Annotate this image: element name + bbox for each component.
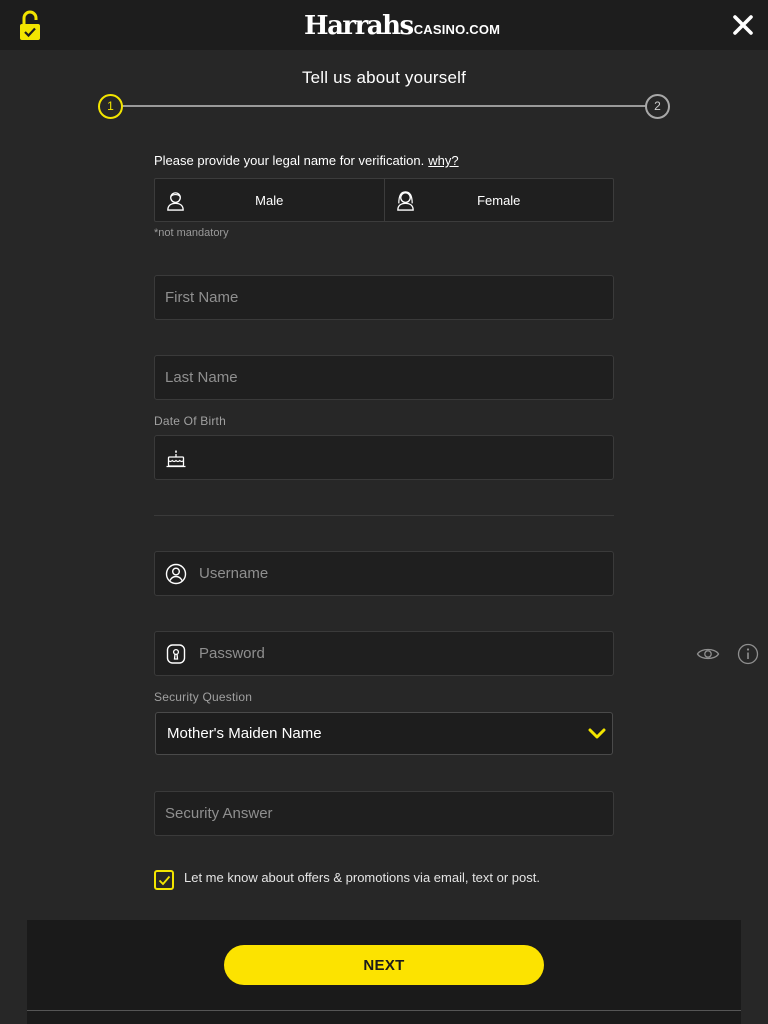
dob-field [154,435,614,480]
gender-female-option[interactable]: Female [383,179,614,221]
password-input[interactable] [155,632,613,675]
why-link[interactable]: why? [428,153,458,168]
step-indicator-2: 2 [645,94,670,119]
birthday-cake-icon [166,450,186,468]
last-name-field [154,355,614,400]
gender-male-label: Male [255,192,284,208]
footer-bottom [27,1011,741,1024]
logo-wordmark: Harrahs [304,11,414,41]
step-title: Tell us about yourself [301,68,467,87]
security-question-label: Security Question [154,690,253,704]
harrahs-logo: Harrahs CASINO.COM [304,10,500,40]
logo-suffix: CASINO.COM [413,22,501,37]
user-circle-icon [165,563,187,585]
first-name-field [154,275,614,320]
security-question-select[interactable]: Mother's Maiden Name [155,712,613,755]
top-bar: Harrahs CASINO.COM [0,0,768,50]
keyhole-shield-icon [166,644,186,664]
first-name-input[interactable] [155,276,613,319]
close-icon[interactable] [731,13,755,37]
next-button[interactable]: NEXT [224,945,544,985]
marketing-consent-checkbox[interactable] [154,870,174,890]
gender-female-label: Female [477,192,521,208]
security-answer-input[interactable] [155,792,613,835]
username-input[interactable] [155,552,613,595]
section-divider [154,515,614,516]
lock-check-icon [20,10,40,40]
security-answer-field [154,791,614,836]
male-avatar-icon [167,192,184,211]
gender-toggle: Male Female [154,178,614,222]
legal-name-notice: Please provide your legal name for verif… [154,153,459,168]
password-field [154,631,759,676]
security-question-value: Mother's Maiden Name [167,725,322,742]
last-name-input[interactable] [155,356,613,399]
step-indicator-1: 1 [98,94,123,119]
checkmark-icon [158,875,171,886]
username-field [154,551,614,596]
dob-input[interactable] [155,436,613,479]
not-mandatory-note: *not mandatory [154,227,229,239]
chevron-down-icon [588,728,606,739]
female-avatar-icon [396,191,414,211]
stepper-track [122,105,646,107]
marketing-consent-label: Let me know about offers & promotions vi… [184,870,540,885]
dob-label: Date Of Birth [154,414,226,428]
password-info-icon[interactable] [737,643,759,665]
legal-name-text: Please provide your legal name for verif… [154,153,425,168]
show-password-eye-icon[interactable] [696,643,720,665]
gender-male-option[interactable]: Male [155,179,384,221]
